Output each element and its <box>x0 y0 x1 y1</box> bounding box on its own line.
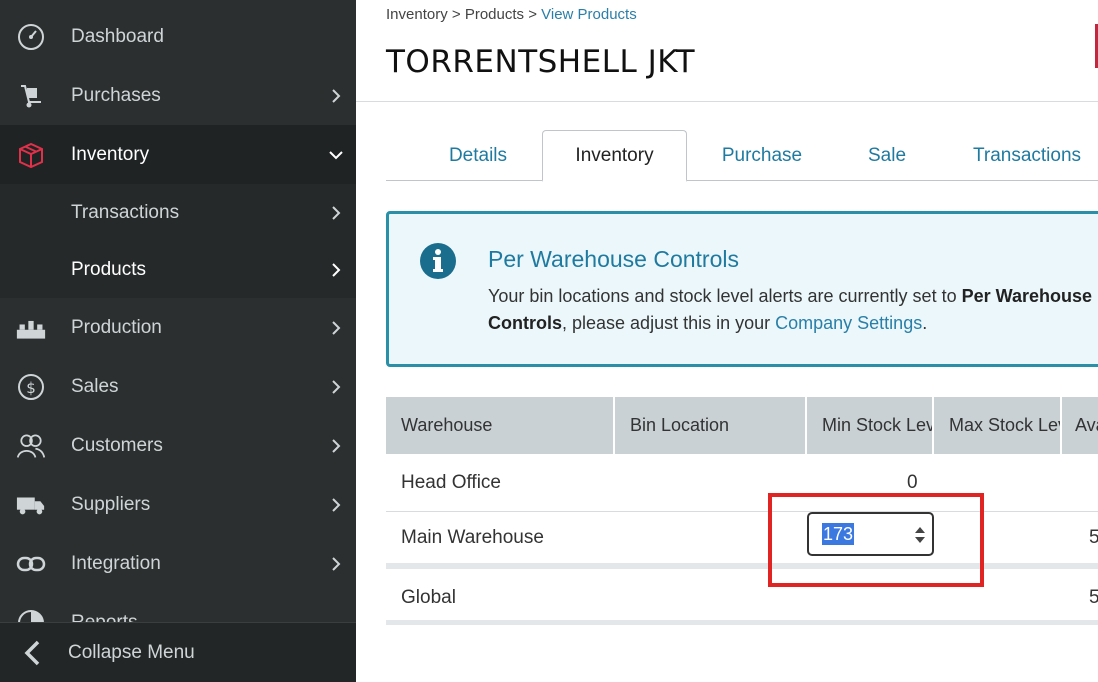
table-row: Main Warehouse 5 <box>386 512 1098 569</box>
breadcrumb-inventory[interactable]: Inventory <box>386 6 448 23</box>
sidebar-item-integration[interactable]: Integration <box>0 534 356 593</box>
sidebar-subitem-products[interactable]: Products <box>0 241 356 298</box>
customers-icon <box>16 431 46 461</box>
info-text: , please adjust this in your <box>562 313 776 333</box>
table-row: Head Office 0 <box>386 454 1098 512</box>
chevron-right-icon <box>332 497 341 512</box>
column-header-available[interactable]: Available <box>1062 397 1098 454</box>
annotation-highlight-box <box>768 493 984 587</box>
sidebar-item-label: Production <box>71 316 162 338</box>
sidebar-item-purchases[interactable]: Purchases <box>0 66 356 125</box>
sidebar-item-customers[interactable]: Customers <box>0 416 356 475</box>
box-icon <box>16 140 46 170</box>
sidebar-item-label: Dashboard <box>71 25 164 47</box>
sidebar-item-label: Inventory <box>71 143 150 165</box>
available-value: 5 <box>1089 526 1098 548</box>
column-header-min-stock[interactable]: Min Stock Level <box>807 397 934 454</box>
breadcrumb-view-products[interactable]: View Products <box>541 6 637 23</box>
sidebar: Dashboard Purchases Inventory Transactio… <box>0 0 356 682</box>
tab-transactions[interactable]: Transactions <box>956 130 1098 181</box>
tab-inventory[interactable]: Inventory <box>542 130 687 182</box>
chevron-right-icon <box>332 556 341 571</box>
chevron-left-icon <box>24 640 40 665</box>
sidebar-subitem-label: Products <box>71 258 146 280</box>
chevron-right-icon <box>332 320 341 335</box>
svg-text:$: $ <box>26 379 36 397</box>
sidebar-item-label: Integration <box>71 552 161 574</box>
breadcrumb-separator: > <box>451 6 461 23</box>
main-content: Inventory > Products > View Products TOR… <box>356 0 1098 682</box>
dashboard-gauge-icon <box>16 22 46 52</box>
collapse-menu-label: Collapse Menu <box>68 641 195 663</box>
warehouse-name: Global <box>401 586 456 608</box>
company-settings-link[interactable]: Company Settings <box>775 313 922 333</box>
column-header-bin-location[interactable]: Bin Location <box>615 397 807 454</box>
collapse-menu-button[interactable]: Collapse Menu <box>0 622 356 682</box>
dollar-coin-icon: $ <box>16 372 46 402</box>
breadcrumb-separator: > <box>528 6 537 23</box>
info-body: Your bin locations and stock level alert… <box>488 283 1098 337</box>
chevron-right-icon <box>332 438 341 453</box>
min-stock-value[interactable]: 0 <box>907 472 918 494</box>
sidebar-item-production[interactable]: Production <box>0 298 356 357</box>
info-text: . <box>922 313 928 333</box>
table-header: Warehouse Bin Location Min Stock Level M… <box>386 397 1098 454</box>
table-row: Global 5 <box>386 575 1098 625</box>
chevron-right-icon <box>332 205 341 220</box>
breadcrumb-products[interactable]: Products <box>465 6 524 23</box>
column-header-warehouse[interactable]: Warehouse <box>386 397 615 454</box>
chevron-right-icon <box>332 379 341 394</box>
sidebar-item-label: Purchases <box>71 84 161 106</box>
chevron-right-icon <box>332 88 341 103</box>
column-header-max-stock[interactable]: Max Stock Level <box>934 397 1062 454</box>
page-title: TORRENTSHELL JKT <box>386 44 696 80</box>
sidebar-item-label: Customers <box>71 434 163 456</box>
available-value: 5 <box>1089 586 1098 608</box>
chevron-down-icon <box>329 150 343 159</box>
per-warehouse-info-box: Per Warehouse Controls Your bin location… <box>386 211 1098 367</box>
sidebar-item-dashboard[interactable]: Dashboard <box>0 7 356 66</box>
tab-sale[interactable]: Sale <box>846 130 928 181</box>
chevron-right-icon <box>332 262 341 277</box>
link-icon <box>16 549 46 579</box>
info-title: Per Warehouse Controls <box>488 246 739 272</box>
sidebar-item-sales[interactable]: $ Sales <box>0 357 356 416</box>
sidebar-subitem-label: Transactions <box>71 201 180 223</box>
breadcrumb: Inventory > Products > View Products <box>386 6 637 23</box>
warehouse-name: Main Warehouse <box>401 526 544 548</box>
warehouse-name: Head Office <box>401 471 501 493</box>
sidebar-subitem-transactions[interactable]: Transactions <box>0 184 356 241</box>
sidebar-item-suppliers[interactable]: Suppliers <box>0 475 356 534</box>
factory-icon <box>16 313 46 343</box>
tab-purchase[interactable]: Purchase <box>706 130 818 181</box>
tab-bar: Details Inventory Purchase Sale Transact… <box>386 130 1098 182</box>
page-header: Inventory > Products > View Products TOR… <box>356 0 1098 102</box>
sidebar-item-label: Suppliers <box>71 493 151 515</box>
tab-details[interactable]: Details <box>432 130 524 181</box>
hand-truck-icon <box>16 81 46 111</box>
sidebar-item-label: Sales <box>71 375 119 397</box>
truck-icon <box>16 490 46 520</box>
info-text: Your bin locations and stock level alert… <box>488 286 962 306</box>
sidebar-item-inventory[interactable]: Inventory <box>0 125 356 184</box>
info-icon <box>420 243 456 279</box>
